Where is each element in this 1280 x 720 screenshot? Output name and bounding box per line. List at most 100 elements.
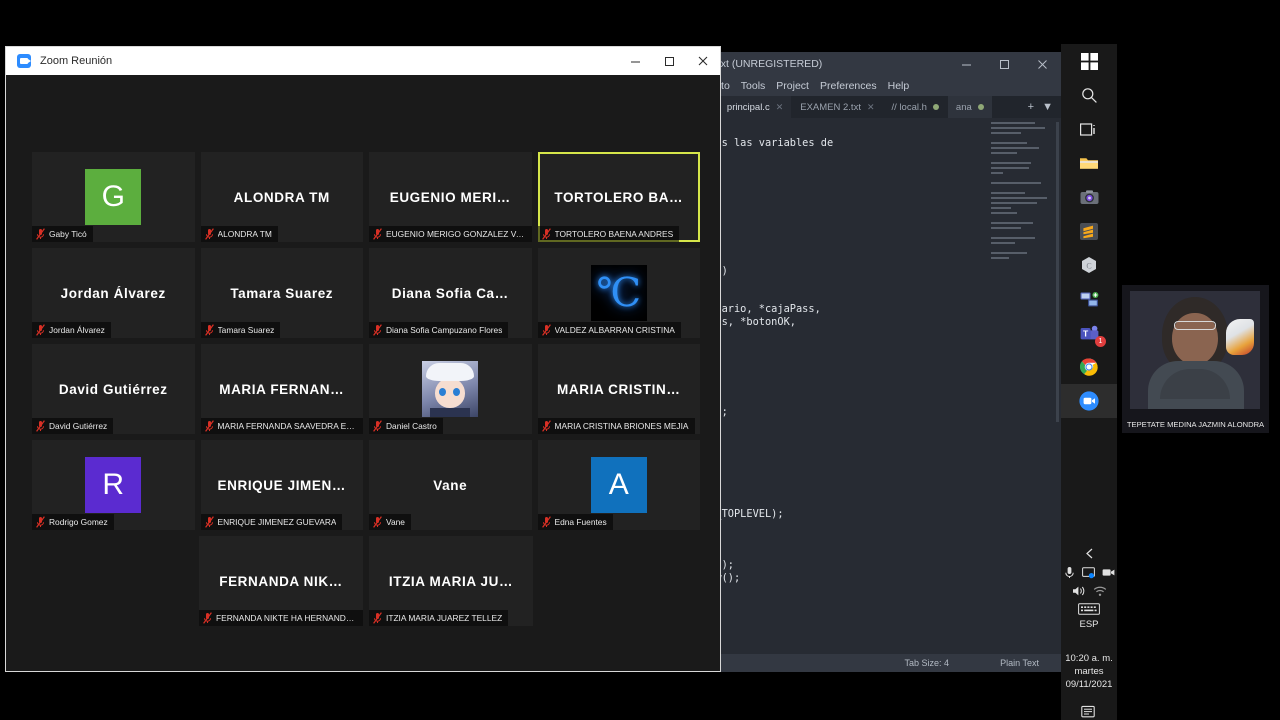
mic-muted-icon (541, 228, 551, 240)
participant-name: MARIA CRISTINA BRIONES MEJIA (554, 421, 689, 431)
keyboard-icon[interactable] (1078, 603, 1100, 615)
minimap[interactable] (991, 122, 1053, 452)
screen-share-icon[interactable] (1081, 566, 1095, 579)
participant-tile[interactable]: ALONDRA TM ALONDRA TM (200, 152, 363, 242)
notification-badge: 1 (1095, 336, 1106, 347)
mic-muted-icon (204, 516, 214, 528)
menu-tools[interactable]: Tools (741, 80, 766, 92)
participant-tile[interactable]: A Edna Fuentes (537, 440, 700, 530)
editor-tab-examen-2-txt[interactable]: EXAMEN 2.txt ✕ (792, 96, 884, 118)
tray-clock-date[interactable]: 09/11/2021 (1061, 678, 1117, 691)
participant-tile[interactable]: FERNANDA NIK… FERNANDA NIKTE HA HERNANDE… (199, 536, 363, 626)
tab-close-icon[interactable]: ✕ (867, 102, 875, 113)
participant-tile[interactable]: MARIA FERNAN… MARIA FERNANDA SAAVEDRA ES… (200, 344, 363, 434)
maximize-icon[interactable] (652, 47, 686, 75)
mic-muted-icon (36, 228, 45, 240)
google-chrome-icon[interactable] (1061, 350, 1117, 384)
participant-display-name: ITZIA MARIA JU… (388, 573, 514, 589)
microsoft-teams-icon[interactable]: T 1 (1061, 316, 1117, 350)
participant-tile[interactable]: ITZIA MARIA JU… ITZIA MARIA JUAREZ TELLE… (369, 536, 533, 626)
input-language[interactable]: ESP (1061, 619, 1117, 630)
participant-tile-active-speaker[interactable]: TORTOLERO BA… TORTOLERO BAENA ANDRES (537, 152, 700, 242)
desktop-screen: as • - Sublime Text (UNREGISTERED) Find … (0, 0, 1280, 720)
notifications-icon[interactable] (1081, 705, 1097, 720)
new-tab-icon[interactable]: + (1028, 101, 1034, 113)
participant-name: Rodrigo Gomez (49, 517, 108, 527)
participant-name: ENRIQUE JIMENEZ GUEVARA (217, 517, 337, 527)
minimize-icon[interactable] (618, 47, 652, 75)
participant-footer: Edna Fuentes (537, 514, 613, 530)
hexagon-app-icon[interactable]: C (1061, 248, 1117, 282)
participant-name: David Gutiérrez (49, 421, 108, 431)
network-remote-icon[interactable] (1061, 282, 1117, 316)
sublime-text-icon[interactable] (1061, 214, 1117, 248)
participant-name: Edna Fuentes (554, 517, 607, 527)
tab-close-icon[interactable]: ✕ (776, 102, 784, 113)
search-icon[interactable] (1061, 78, 1117, 112)
editor-tab-principal-c[interactable]: principal.c ✕ (718, 96, 793, 118)
windows-start-icon[interactable] (1061, 44, 1117, 78)
participant-tile[interactable]: ℃ VALDEZ ALBARRAN CRISTINA (537, 248, 700, 338)
participant-tile[interactable]: ENRIQUE JIMEN… ENRIQUE JIMENEZ GUEVARA (200, 440, 363, 530)
participant-display-name: Vane (433, 477, 468, 493)
wifi-icon[interactable] (1093, 585, 1107, 597)
participant-tile[interactable]: R Rodrigo Gomez (32, 440, 195, 530)
file-explorer-icon[interactable] (1061, 146, 1117, 180)
tray-clock-time[interactable]: 10:20 a. m. (1061, 652, 1117, 665)
close-icon[interactable] (1023, 52, 1061, 76)
camera-icon[interactable] (1061, 180, 1117, 214)
participant-tile[interactable]: EUGENIO MERI… EUGENIO MERIGO GONZALEZ VA… (369, 152, 532, 242)
participant-tile[interactable]: Tamara Suarez Tamara Suarez (200, 248, 363, 338)
mic-muted-icon (373, 324, 382, 336)
minimize-icon[interactable] (947, 52, 985, 76)
participant-display-name: MARIA CRISTIN… (557, 381, 681, 397)
self-view-thumbnail[interactable]: TEPETATE MEDINA JAZMIN ALONDRA (1122, 285, 1269, 433)
participant-footer: David Gutiérrez (32, 418, 114, 434)
svg-text:T: T (1082, 328, 1088, 338)
participant-tile[interactable]: Jordan Álvarez Jordan Álvarez (32, 248, 195, 338)
mic-muted-icon (373, 420, 382, 432)
participant-tile[interactable]: David Gutiérrez David Gutiérrez (32, 344, 195, 434)
participant-name: TORTOLERO BAENA ANDRES (554, 229, 674, 239)
volume-icon[interactable] (1072, 585, 1086, 597)
participant-name: EUGENIO MERIGO GONZALEZ VA… (386, 229, 526, 239)
status-tab-size[interactable]: Tab Size: 4 (904, 658, 949, 668)
menu-preferences[interactable]: Preferences (820, 80, 877, 92)
sublime-window-controls (947, 52, 1061, 76)
participant-footer: MARIA CRISTINA BRIONES MEJIA (537, 418, 695, 434)
menu-help[interactable]: Help (888, 80, 910, 92)
mic-muted-icon (204, 228, 214, 240)
menu-project[interactable]: Project (776, 80, 809, 92)
participant-name: VALDEZ ALBARRAN CRISTINA (554, 325, 675, 335)
participant-name: ITZIA MARIA JUAREZ TELLEZ (386, 613, 503, 623)
tray-clock-day[interactable]: martes (1061, 665, 1117, 678)
chevron-down-icon[interactable]: ▼ (1042, 101, 1053, 113)
editor-scrollbar[interactable] (1056, 122, 1059, 422)
zoom-app-icon[interactable] (1061, 384, 1117, 418)
editor-tab-ana[interactable]: ana (947, 96, 993, 118)
tab-label: EXAMEN 2.txt (800, 101, 861, 113)
editor-tab-local-h[interactable]: // local.h (883, 96, 948, 118)
zoom-window-controls (618, 47, 720, 75)
participant-tile[interactable]: G Gaby Ticó (32, 152, 195, 242)
mic-muted-icon (36, 324, 45, 336)
tab-label: principal.c (726, 101, 770, 113)
participant-tile[interactable]: Daniel Castro (369, 344, 532, 434)
video-camera-icon[interactable] (1102, 568, 1115, 577)
chevron-up-icon[interactable] (1083, 547, 1096, 560)
participant-name: MARIA FERNANDA SAAVEDRA ES… (217, 421, 358, 431)
participant-tile[interactable]: MARIA CRISTIN… MARIA CRISTINA BRIONES ME… (537, 344, 700, 434)
tray-chevron-row (1061, 547, 1117, 560)
participant-display-name: ENRIQUE JIMEN… (217, 477, 346, 493)
svg-text:C: C (1086, 261, 1091, 270)
close-icon[interactable] (686, 47, 720, 75)
status-syntax[interactable]: Plain Text (1000, 658, 1039, 668)
participant-name: Diana Sofia Campuzano Flores (386, 325, 503, 335)
participant-footer: FERNANDA NIKTE HA HERNANDE… (199, 610, 363, 626)
maximize-icon[interactable] (985, 52, 1023, 76)
participant-tile[interactable]: Diana Sofia Ca… Diana Sofia Campuzano Fl… (369, 248, 532, 338)
participant-footer: EUGENIO MERIGO GONZALEZ VA… (369, 226, 532, 242)
participant-tile[interactable]: Vane Vane (369, 440, 532, 530)
microphone-icon[interactable] (1064, 566, 1075, 579)
task-view-icon[interactable] (1061, 112, 1117, 146)
